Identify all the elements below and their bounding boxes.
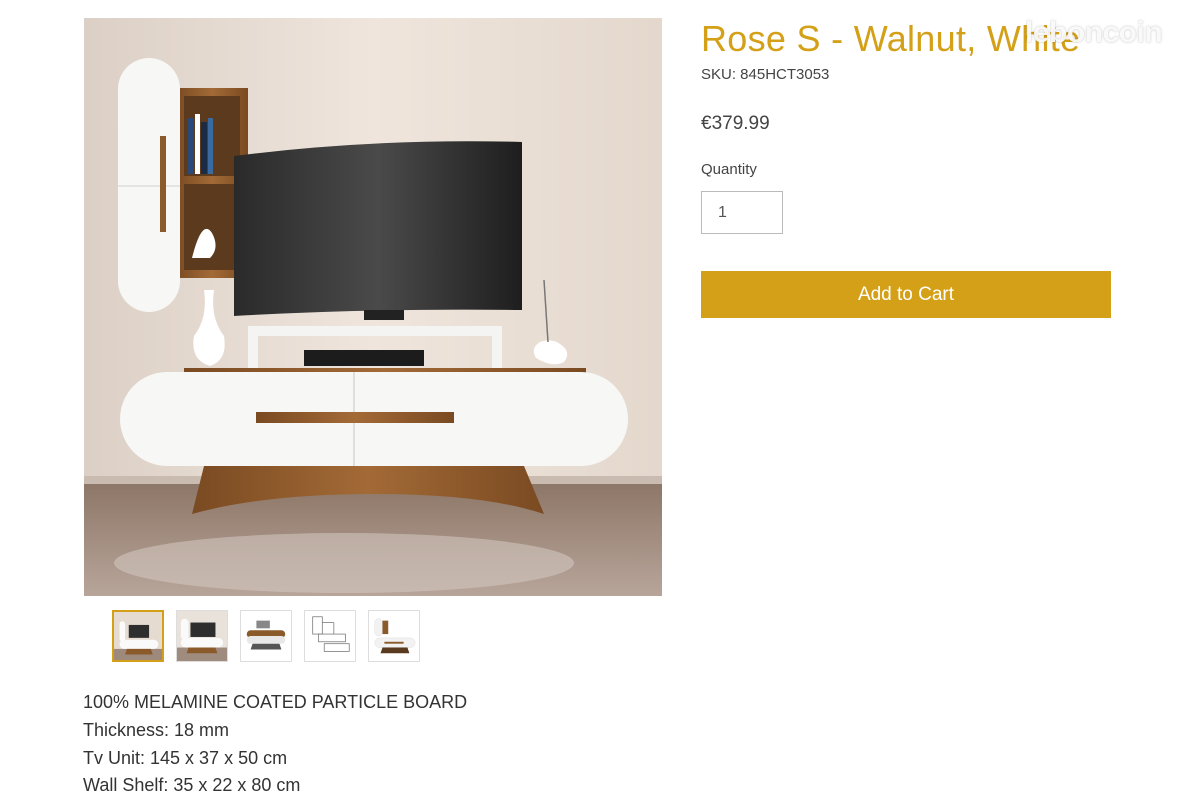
tv-unit-illustration xyxy=(84,18,662,596)
quantity-label: Quantity xyxy=(701,161,757,178)
thumbnail-strip xyxy=(112,610,420,662)
description-line: Wall Shelf: 35 x 22 x 80 cm xyxy=(83,775,301,795)
thumbnail-4-image xyxy=(305,611,355,661)
thumbnail-1-image xyxy=(114,612,162,660)
main-product-image[interactable] xyxy=(84,18,662,596)
description-line: Tv Unit: 145 x 37 x 50 cm xyxy=(83,747,288,768)
thumbnail-5-image xyxy=(369,611,419,661)
thumbnail-4[interactable] xyxy=(304,610,356,662)
description-line: 100% MELAMINE COATED PARTICLE BOARD xyxy=(83,692,468,712)
add-to-cart-button[interactable]: Add to Cart xyxy=(701,271,1111,318)
thumbnail-3-image xyxy=(241,611,291,661)
product-sku: SKU: 845HCT3053 xyxy=(701,66,830,83)
thumbnail-1[interactable] xyxy=(112,610,164,662)
thumbnail-3[interactable] xyxy=(240,610,292,662)
description-line: Thickness: 18 mm xyxy=(83,719,230,740)
watermark-logo: leboncoin xyxy=(1025,16,1163,49)
thumbnail-2-image xyxy=(177,611,227,661)
thumbnail-5[interactable] xyxy=(368,610,420,662)
product-description: 100% MELAMINE COATED PARTICLE BOARD Thic… xyxy=(83,689,467,795)
product-price: €379.99 xyxy=(701,113,770,134)
product-title: Rose S - Walnut, White xyxy=(701,18,1081,59)
thumbnail-2[interactable] xyxy=(176,610,228,662)
quantity-input[interactable] xyxy=(701,191,783,234)
